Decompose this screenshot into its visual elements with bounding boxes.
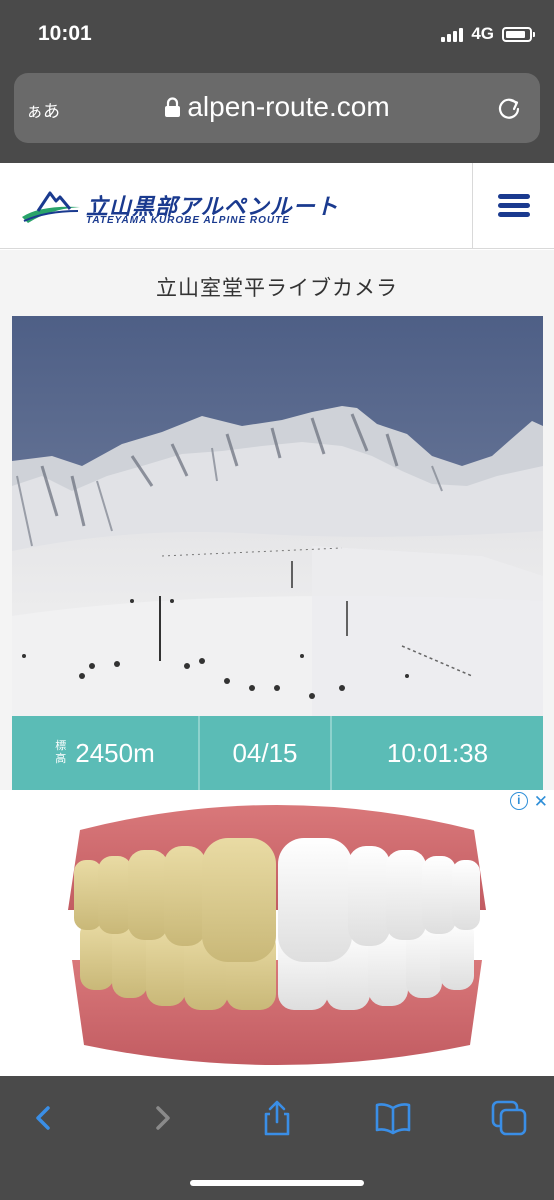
menu-line-icon — [498, 203, 530, 208]
share-icon[interactable] — [257, 1098, 297, 1138]
teeth-ad-image — [68, 805, 486, 1065]
menu-line-icon — [498, 194, 530, 199]
network-type: 4G — [471, 24, 494, 43]
signal-icon — [441, 27, 464, 42]
camera-time: 10:01:38 — [386, 737, 489, 768]
time-cell: 10:01:38 — [330, 716, 543, 790]
live-camera-section: 立山室堂平ライブカメラ 標高 2450m 04/15 10:01:38 — [0, 250, 554, 790]
elevation-cell: 標高 2450m — [12, 716, 198, 790]
browser-top-chrome: 10:01 4G ぁあ alpen-route.com — [0, 0, 554, 163]
status-bar: 10:01 4G — [0, 0, 554, 68]
url-text: alpen-route.com — [187, 91, 390, 122]
reload-icon[interactable] — [496, 95, 522, 121]
date-cell: 04/15 — [198, 716, 330, 790]
live-camera-image[interactable] — [12, 316, 543, 716]
battery-icon — [502, 26, 535, 42]
camera-title: 立山室堂平ライブカメラ — [156, 277, 398, 300]
ad-close-icon[interactable]: ✕ — [534, 792, 548, 812]
logo-subtext: TATEYAMA KUROBE ALPINE ROUTE — [86, 215, 290, 226]
ad-info-icon[interactable]: i — [509, 792, 528, 810]
site-header: 立山黒部アルペンルート TATEYAMA KUROBE ALPINE ROUTE — [0, 163, 554, 249]
camera-info-bar: 標高 2450m 04/15 10:01:38 — [12, 716, 543, 790]
address-bar[interactable]: ぁあ alpen-route.com — [14, 73, 540, 143]
url-display[interactable]: alpen-route.com — [14, 91, 540, 123]
home-indicator — [190, 1180, 364, 1186]
ad-controls: i ✕ — [509, 792, 548, 812]
tabs-icon[interactable] — [489, 1098, 529, 1138]
lock-icon — [165, 97, 181, 117]
hamburger-menu-button[interactable] — [472, 163, 554, 248]
camera-date: 04/15 — [232, 737, 298, 768]
forward-icon — [156, 1106, 170, 1130]
menu-line-icon — [498, 212, 530, 217]
mountain-logo-icon — [22, 191, 80, 223]
advertisement[interactable]: i ✕ — [0, 790, 554, 1076]
status-time: 10:01 — [38, 22, 92, 45]
site-logo[interactable]: 立山黒部アルペンルート TATEYAMA KUROBE ALPINE ROUTE — [20, 185, 350, 231]
elevation-value: 2450m — [75, 737, 155, 768]
elevation-label: 標高 — [55, 740, 67, 765]
bookmarks-icon[interactable] — [373, 1098, 413, 1138]
back-icon[interactable] — [24, 1098, 64, 1138]
status-indicators: 4G — [441, 24, 535, 44]
